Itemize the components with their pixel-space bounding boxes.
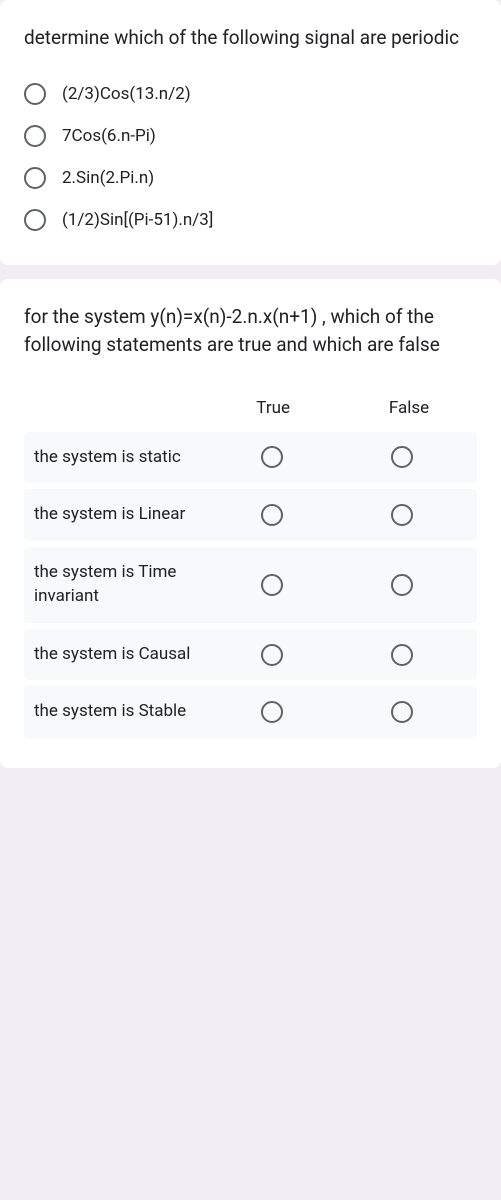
cell-true <box>207 644 337 666</box>
row-label: the system is Linear <box>34 503 207 527</box>
option-row-0[interactable]: (2/3)Cos(13.n/2) <box>24 73 477 115</box>
column-header-false: False <box>341 398 477 418</box>
radio-icon[interactable] <box>261 701 283 723</box>
radio-icon[interactable] <box>261 446 283 468</box>
cell-true <box>207 701 337 723</box>
radio-icon <box>24 125 46 147</box>
cell-false <box>337 644 467 666</box>
row-label: the system is Time invariant <box>34 561 207 609</box>
column-header-true: True <box>205 398 341 418</box>
grid-row-0: the system is static <box>24 432 477 484</box>
radio-icon <box>24 167 46 189</box>
grid-row-4: the system is Stable <box>24 686 477 738</box>
grid-header-spacer <box>24 398 205 418</box>
radio-icon[interactable] <box>391 574 413 596</box>
radio-icon[interactable] <box>391 644 413 666</box>
option-label: (2/3)Cos(13.n/2) <box>62 84 191 104</box>
option-label: 7Cos(6.n-Pi) <box>62 126 156 146</box>
cell-false <box>337 574 467 596</box>
grid-container: True False the system is static the syst… <box>24 384 477 739</box>
option-label: (1/2)Sin[(Pi-51).n/3] <box>62 210 213 230</box>
grid-header: True False <box>24 384 477 432</box>
radio-icon[interactable] <box>261 504 283 526</box>
row-label: the system is static <box>34 446 207 470</box>
grid-row-3: the system is Causal <box>24 629 477 681</box>
cell-true <box>207 574 337 596</box>
question-card-1: determine which of the following signal … <box>0 0 501 265</box>
option-label: 2.Sin(2.Pi.n) <box>62 168 154 188</box>
radio-icon <box>24 209 46 231</box>
cell-false <box>337 701 467 723</box>
cell-true <box>207 446 337 468</box>
radio-icon[interactable] <box>391 446 413 468</box>
option-row-2[interactable]: 2.Sin(2.Pi.n) <box>24 157 477 199</box>
radio-icon[interactable] <box>261 574 283 596</box>
cell-true <box>207 504 337 526</box>
radio-icon[interactable] <box>261 644 283 666</box>
cell-false <box>337 504 467 526</box>
option-row-1[interactable]: 7Cos(6.n-Pi) <box>24 115 477 157</box>
question-prompt: determine which of the following signal … <box>24 24 477 53</box>
grid-row-2: the system is Time invariant <box>24 547 477 623</box>
radio-icon[interactable] <box>391 504 413 526</box>
radio-icon[interactable] <box>391 701 413 723</box>
option-row-3[interactable]: (1/2)Sin[(Pi-51).n/3] <box>24 199 477 241</box>
row-label: the system is Causal <box>34 643 207 667</box>
question-prompt: for the system y(n)=x(n)-2.n.x(n+1) , wh… <box>24 303 477 360</box>
question-card-2: for the system y(n)=x(n)-2.n.x(n+1) , wh… <box>0 279 501 769</box>
cell-false <box>337 446 467 468</box>
grid-row-1: the system is Linear <box>24 489 477 541</box>
radio-icon <box>24 83 46 105</box>
row-label: the system is Stable <box>34 700 207 724</box>
